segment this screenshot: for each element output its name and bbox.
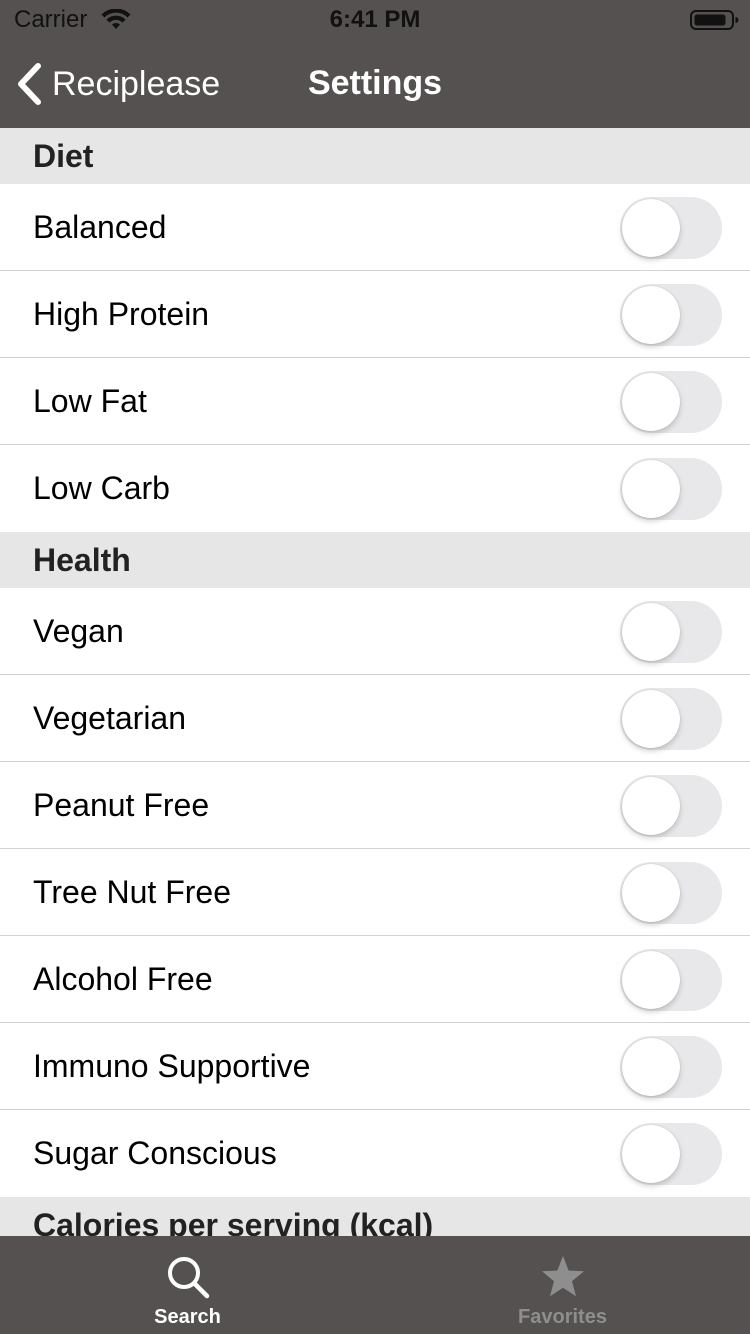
section-header: Calories per serving (kcal) xyxy=(0,1197,750,1236)
toggle-knob xyxy=(622,602,680,661)
toggle-knob xyxy=(622,198,680,257)
tab-favorites-label: Favorites xyxy=(518,1306,607,1328)
toggle-switch[interactable] xyxy=(620,370,722,433)
settings-row-label: High Protein xyxy=(33,296,210,332)
toggle-switch[interactable] xyxy=(620,283,722,346)
star-icon xyxy=(541,1256,584,1297)
toggle-switch[interactable] xyxy=(620,948,722,1011)
settings-row: High Protein xyxy=(0,271,750,358)
toggle-knob xyxy=(622,689,680,748)
battery-icon xyxy=(690,10,739,30)
section-header: Health xyxy=(0,532,750,588)
status-bar: Carrier 6:41 PM xyxy=(0,0,750,40)
settings-row-label: Peanut Free xyxy=(33,787,210,823)
settings-row-label: Alcohol Free xyxy=(33,961,213,997)
toggle-knob xyxy=(622,776,680,835)
toggle-switch[interactable] xyxy=(620,861,722,924)
settings-row: Low Carb xyxy=(0,445,750,532)
settings-row: Sugar Conscious xyxy=(0,1110,750,1197)
settings-row: Immuno Supportive xyxy=(0,1023,750,1110)
toggle-knob xyxy=(622,285,680,344)
toggle-knob xyxy=(622,459,680,518)
settings-table[interactable]: Diet Balanced High Protein Low Fat Low Carb H… xyxy=(0,128,750,1236)
settings-row: Alcohol Free xyxy=(0,936,750,1023)
search-icon xyxy=(167,1257,209,1299)
settings-row-label: Immuno Supportive xyxy=(33,1048,311,1084)
toggle-knob xyxy=(622,372,680,431)
navigation-bar: Reciplease Settings xyxy=(0,40,750,128)
toggle-switch[interactable] xyxy=(620,687,722,750)
settings-row-label: Vegan xyxy=(33,613,124,649)
settings-row: Low Fat xyxy=(0,358,750,445)
settings-row: Vegetarian xyxy=(0,675,750,762)
tab-search-label: Search xyxy=(154,1306,221,1328)
status-time: 6:41 PM xyxy=(329,6,421,33)
tab-search[interactable]: Search xyxy=(0,1236,375,1334)
tab-favorites[interactable]: Favorites xyxy=(375,1236,750,1334)
toggle-switch[interactable] xyxy=(620,1122,722,1185)
toggle-switch[interactable] xyxy=(620,457,722,520)
tab-bar: Search Favorites xyxy=(0,1236,750,1334)
toggle-switch[interactable] xyxy=(620,196,722,259)
page-title: Settings xyxy=(307,64,443,102)
toggle-switch[interactable] xyxy=(620,600,722,663)
settings-row: Vegan xyxy=(0,588,750,675)
settings-row-label: Balanced xyxy=(33,209,167,245)
toggle-knob xyxy=(622,950,680,1009)
section-header: Diet xyxy=(0,128,750,184)
toggle-knob xyxy=(622,863,680,922)
settings-row: Peanut Free xyxy=(0,762,750,849)
settings-row-label: Tree Nut Free xyxy=(33,874,231,910)
settings-row-label: Sugar Conscious xyxy=(33,1135,277,1171)
toggle-switch[interactable] xyxy=(620,1035,722,1098)
toggle-knob xyxy=(622,1037,680,1096)
toggle-knob xyxy=(622,1124,680,1183)
settings-row: Tree Nut Free xyxy=(0,849,750,936)
settings-row-label: Low Carb xyxy=(33,470,170,506)
settings-row: Balanced xyxy=(0,184,750,271)
toggle-switch[interactable] xyxy=(620,774,722,837)
settings-row-label: Low Fat xyxy=(33,383,147,419)
settings-row-label: Vegetarian xyxy=(33,700,187,736)
settings-screen: Carrier 6:41 PM Reciplease Settings Diet… xyxy=(0,0,750,1334)
